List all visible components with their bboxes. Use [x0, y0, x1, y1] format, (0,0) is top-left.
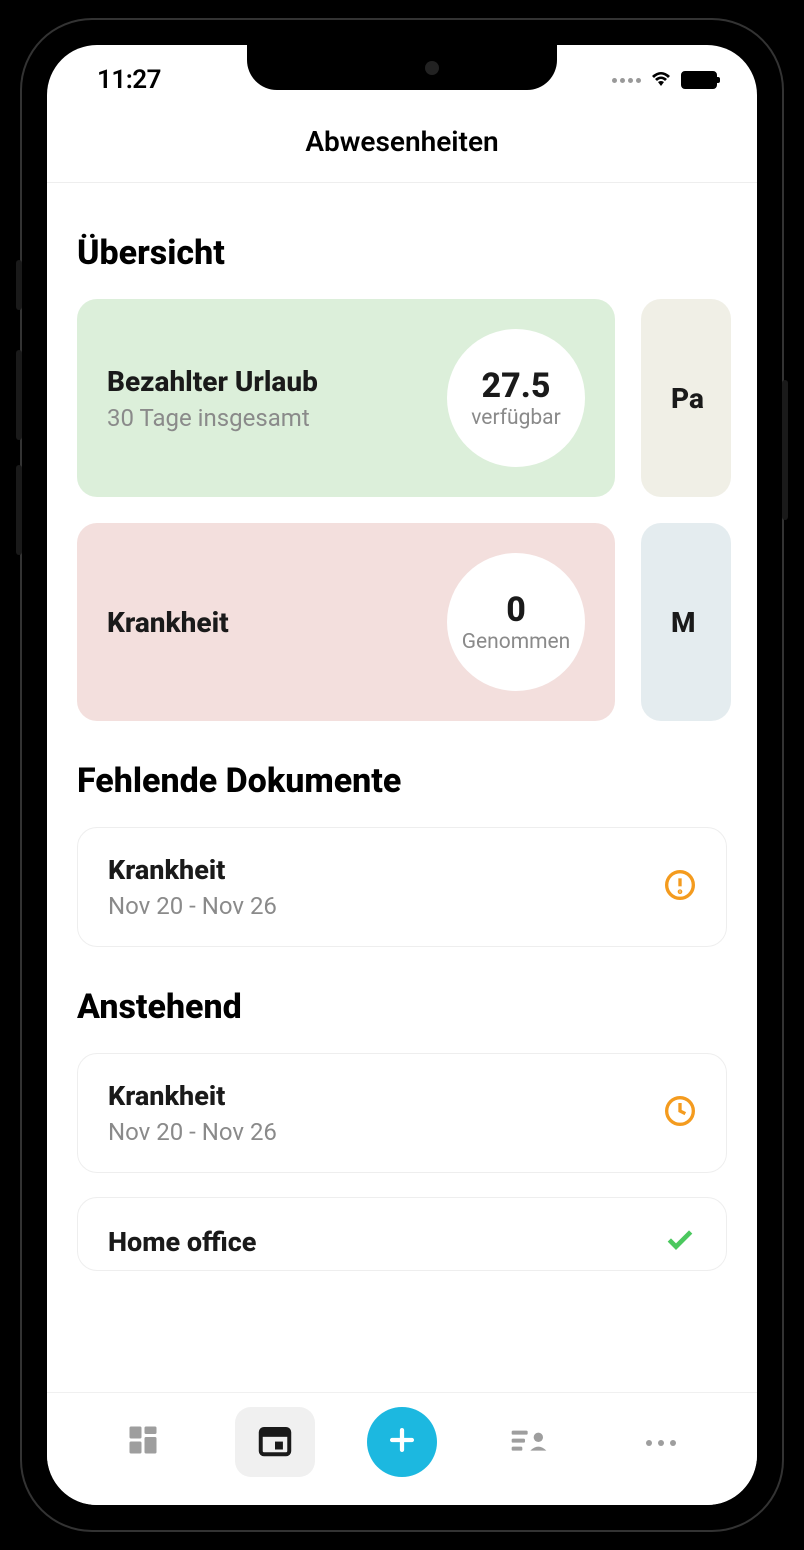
content-scroll[interactable]: Übersicht Bezahlter Urlaub 30 Tage insge…: [47, 183, 757, 1392]
section-title-missing: Fehlende Dokumente: [77, 761, 727, 801]
tab-more[interactable]: [621, 1407, 701, 1477]
card-peek-text: M: [671, 606, 696, 639]
card-peek-1[interactable]: Pa: [641, 299, 731, 497]
tab-bar: [47, 1392, 757, 1505]
missing-doc-item[interactable]: Krankheit Nov 20 - Nov 26: [77, 827, 727, 947]
section-title-overview: Übersicht: [77, 233, 727, 273]
volume-up-button: [16, 350, 22, 440]
plus-icon: [385, 1423, 419, 1461]
people-list-icon: [509, 1425, 549, 1459]
calendar-icon: [256, 1421, 294, 1463]
card-value-label: verfügbar: [471, 406, 560, 430]
page-header: Abwesenheiten: [47, 105, 757, 183]
card-value-label: Genommen: [462, 630, 571, 654]
card-subtitle: 30 Tage insgesamt: [107, 404, 318, 432]
tab-people[interactable]: [489, 1407, 569, 1477]
card-name: Krankheit: [107, 606, 229, 639]
list-item-title: Krankheit: [108, 854, 277, 886]
list-item-range: Nov 20 - Nov 26: [108, 1118, 277, 1146]
alert-circle-icon: [664, 869, 696, 905]
card-peek-text: Pa: [671, 382, 704, 415]
battery-icon: [681, 71, 717, 89]
pending-item-sickness[interactable]: Krankheit Nov 20 - Nov 26: [77, 1053, 727, 1173]
card-name: Bezahlter Urlaub: [107, 365, 318, 398]
pending-item-home-office[interactable]: Home office: [77, 1197, 727, 1271]
card-paid-vacation[interactable]: Bezahlter Urlaub 30 Tage insgesamt 27.5 …: [77, 299, 615, 497]
signal-dots-icon: [612, 78, 641, 83]
section-title-pending: Anstehend: [77, 987, 727, 1027]
volume-down-button: [16, 465, 22, 555]
card-value-circle: 0 Genommen: [447, 553, 585, 691]
overview-row-2: Krankheit 0 Genommen M: [77, 523, 727, 721]
wifi-icon: [649, 68, 673, 92]
card-sickness[interactable]: Krankheit 0 Genommen: [77, 523, 615, 721]
phone-frame: 11:27 Abwesenheiten Übersicht: [22, 20, 782, 1530]
power-button: [782, 380, 788, 520]
tab-dashboard[interactable]: [103, 1407, 183, 1477]
screen: 11:27 Abwesenheiten Übersicht: [47, 45, 757, 1505]
overview-row-1: Bezahlter Urlaub 30 Tage insgesamt 27.5 …: [77, 299, 727, 497]
card-peek-2[interactable]: M: [641, 523, 731, 721]
notch: [247, 45, 557, 90]
card-value: 0: [506, 590, 526, 630]
card-value: 27.5: [482, 366, 551, 406]
list-item-title: Krankheit: [108, 1080, 277, 1112]
check-icon: [664, 1224, 696, 1260]
list-item-title: Home office: [108, 1226, 256, 1258]
tab-calendar[interactable]: [235, 1407, 315, 1477]
status-time: 11:27: [97, 65, 161, 95]
clock-icon: [664, 1095, 696, 1131]
dashboard-icon: [125, 1422, 161, 1462]
tab-add-button[interactable]: [367, 1407, 437, 1477]
page-title: Abwesenheiten: [47, 125, 757, 158]
list-item-range: Nov 20 - Nov 26: [108, 892, 277, 920]
card-value-circle: 27.5 verfügbar: [447, 329, 585, 467]
front-camera: [425, 61, 439, 75]
status-indicators: [612, 68, 717, 92]
mute-switch: [16, 260, 22, 310]
more-icon: [643, 1433, 679, 1452]
